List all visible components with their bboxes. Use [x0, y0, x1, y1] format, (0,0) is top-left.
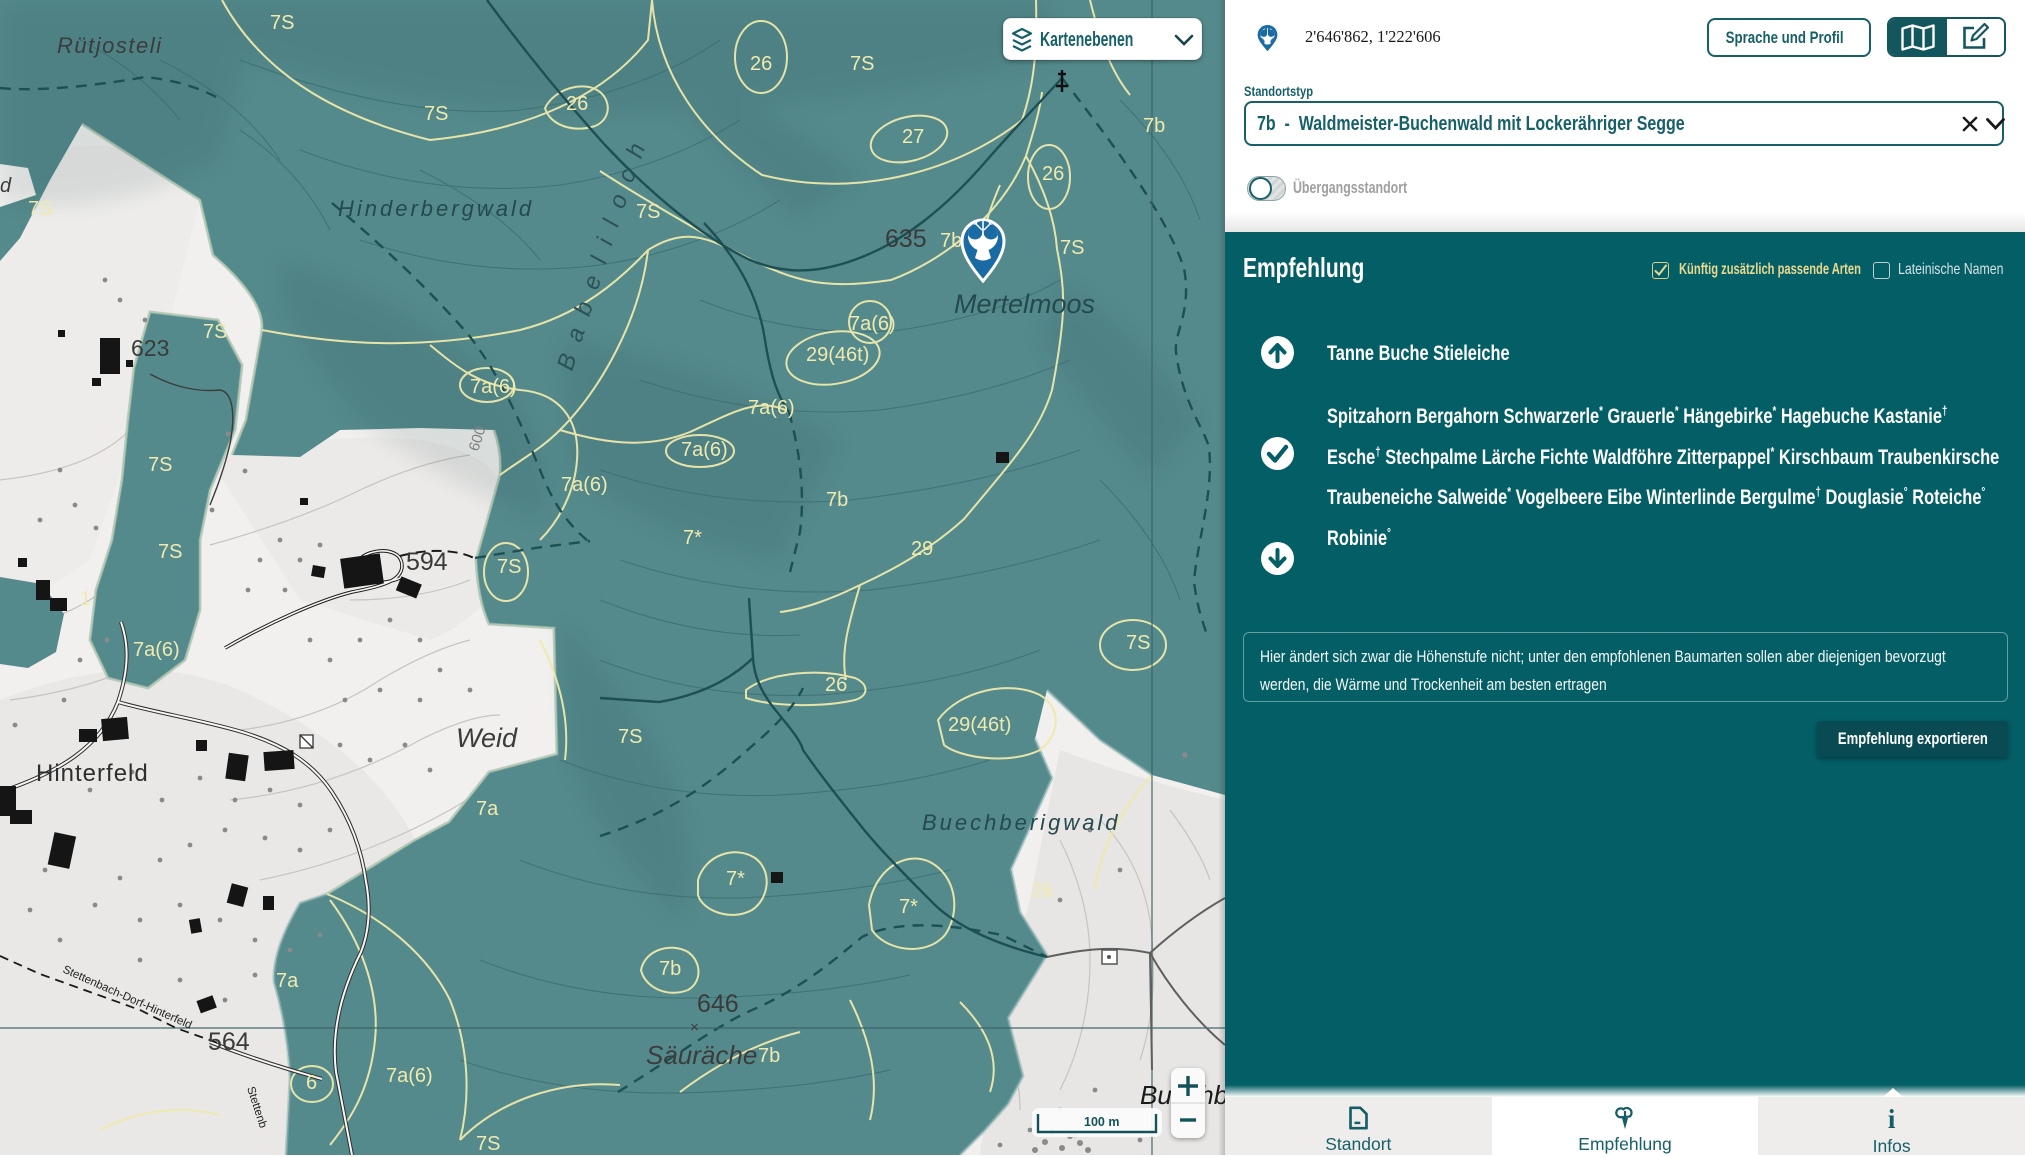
svg-text:100 m: 100 m [1084, 1115, 1119, 1129]
svg-text:7S: 7S [424, 103, 448, 125]
svg-text:29: 29 [911, 538, 933, 560]
svg-text:7*: 7* [899, 896, 918, 918]
svg-text:7*: 7* [683, 527, 702, 549]
svg-text:26: 26 [825, 674, 847, 696]
svg-text:Mertelmoos: Mertelmoos [954, 289, 1095, 319]
svg-text:Hinderbergwald: Hinderbergwald [338, 196, 534, 221]
svg-text:7S: 7S [28, 198, 52, 220]
svg-text:7S: 7S [618, 726, 642, 748]
svg-text:7a: 7a [476, 798, 499, 820]
svg-text:7a(6): 7a(6) [561, 474, 608, 496]
svg-text:6: 6 [306, 1072, 317, 1094]
svg-text:26: 26 [1031, 880, 1053, 902]
svg-text:7a(6): 7a(6) [133, 639, 180, 661]
svg-text:7S: 7S [636, 201, 660, 223]
svg-text:7S: 7S [476, 1133, 500, 1155]
svg-text:Weid: Weid [456, 723, 518, 753]
svg-text:7a(6): 7a(6) [849, 313, 896, 335]
svg-text:Hinterfeld: Hinterfeld [36, 760, 149, 787]
svg-text:7a: 7a [276, 970, 299, 992]
svg-text:Rütjosteli: Rütjosteli [57, 33, 162, 58]
svg-text:7S: 7S [148, 454, 172, 476]
svg-text:7S: 7S [158, 541, 182, 563]
svg-text:27: 27 [902, 126, 924, 148]
svg-text:7*: 7* [726, 868, 745, 890]
svg-text:7a(6): 7a(6) [386, 1065, 433, 1087]
svg-text:623: 623 [131, 335, 169, 361]
svg-text:7b: 7b [826, 489, 848, 511]
svg-text:1: 1 [80, 588, 91, 610]
svg-text:26: 26 [1042, 163, 1064, 185]
svg-text:26: 26 [566, 93, 588, 115]
svg-text:7a(6): 7a(6) [681, 439, 728, 461]
svg-text:594: 594 [406, 548, 448, 576]
svg-text:Kartenebenen: Kartenebenen [1040, 27, 1133, 50]
svg-text:7S: 7S [203, 321, 227, 343]
svg-text:26: 26 [750, 53, 772, 75]
svg-text:7b: 7b [659, 958, 681, 980]
svg-text:564: 564 [208, 1028, 250, 1056]
svg-text:7S: 7S [270, 12, 294, 34]
svg-text:7S: 7S [497, 556, 521, 578]
svg-text:Buechberigwald: Buechberigwald [922, 810, 1121, 835]
svg-text:7b: 7b [940, 230, 962, 252]
svg-text:646: 646 [697, 990, 739, 1018]
svg-text:29(46t): 29(46t) [806, 344, 869, 366]
svg-text:×: × [690, 1019, 699, 1036]
svg-text:29(46t): 29(46t) [948, 714, 1011, 736]
svg-text:Säuräche: Säuräche [646, 1040, 757, 1070]
svg-text:d: d [0, 175, 12, 197]
svg-text:7S: 7S [850, 53, 874, 75]
svg-text:7b: 7b [1143, 115, 1165, 137]
svg-text:7S: 7S [1126, 632, 1150, 654]
svg-text:7a(6): 7a(6) [470, 376, 517, 398]
svg-text:7b: 7b [758, 1045, 780, 1067]
svg-text:7S: 7S [1060, 237, 1084, 259]
svg-text:635: 635 [885, 225, 927, 253]
svg-text:7a(6): 7a(6) [748, 397, 795, 419]
